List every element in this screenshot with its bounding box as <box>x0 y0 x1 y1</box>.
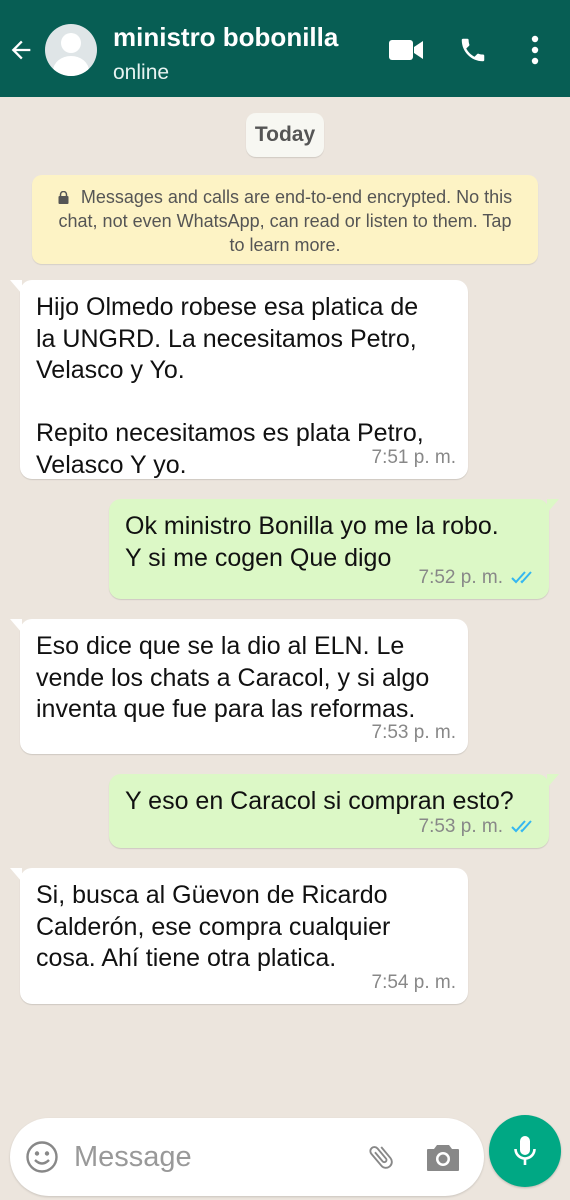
video-call-icon <box>389 40 423 60</box>
avatar[interactable] <box>45 24 97 76</box>
video-call-button[interactable] <box>386 30 426 70</box>
message-input[interactable] <box>74 1136 344 1178</box>
message-text: Si, busca al Güevon de Ricardo Calderón,… <box>36 881 391 972</box>
message-time: 7:53 p. m. <box>371 721 457 743</box>
message-bubble-outgoing[interactable]: Y eso en Caracol si compran esto? 7:53 p… <box>109 774 559 848</box>
emoji-button[interactable] <box>23 1138 61 1176</box>
chat-area[interactable]: Today Messages and calls are end-to-end … <box>0 97 570 1110</box>
message-bubble-incoming[interactable]: Si, busca al Güevon de Ricardo Calderón,… <box>10 868 468 1004</box>
camera-icon <box>427 1145 459 1171</box>
encryption-notice[interactable]: Messages and calls are end-to-end encryp… <box>32 175 538 264</box>
microphone-icon <box>514 1136 536 1165</box>
message-time: 7:51 p. m. <box>371 446 457 468</box>
contact-name[interactable]: ministro bobonilla <box>113 22 338 53</box>
message-bubble-incoming[interactable]: Eso dice que se la dio al ELN. Le vende … <box>10 619 468 754</box>
menu-button[interactable] <box>520 30 550 70</box>
chat-header: ministro bobonilla online <box>0 0 570 97</box>
voice-message-button[interactable] <box>489 1115 561 1187</box>
double-check-icon <box>511 571 532 584</box>
lock-icon <box>58 186 69 204</box>
back-button[interactable] <box>4 28 38 72</box>
emoji-icon <box>26 1141 58 1173</box>
message-time: 7:54 p. m. <box>371 971 457 993</box>
encryption-text: Messages and calls are end-to-end encryp… <box>58 187 513 255</box>
message-bubble-incoming[interactable]: Hijo Olmedo robese esa platica de la UNG… <box>10 280 468 479</box>
message-time: 7:52 p. m. <box>418 566 504 588</box>
message-composer <box>10 1118 484 1196</box>
message-time: 7:53 p. m. <box>418 815 504 837</box>
attach-button[interactable] <box>362 1138 400 1176</box>
voice-call-button[interactable] <box>455 30 491 70</box>
phone-icon <box>461 38 485 62</box>
message-text: Eso dice que se la dio al ELN. Le vende … <box>36 632 430 723</box>
message-bubble-outgoing[interactable]: Ok ministro Bonilla yo me la robo. Y si … <box>109 499 559 599</box>
more-vertical-icon <box>531 35 539 65</box>
arrow-left-icon <box>11 40 31 60</box>
double-check-icon <box>511 820 532 833</box>
contact-status: online <box>113 61 170 84</box>
paperclip-icon <box>369 1146 393 1169</box>
date-chip: Today <box>246 113 324 157</box>
camera-button[interactable] <box>424 1138 462 1176</box>
